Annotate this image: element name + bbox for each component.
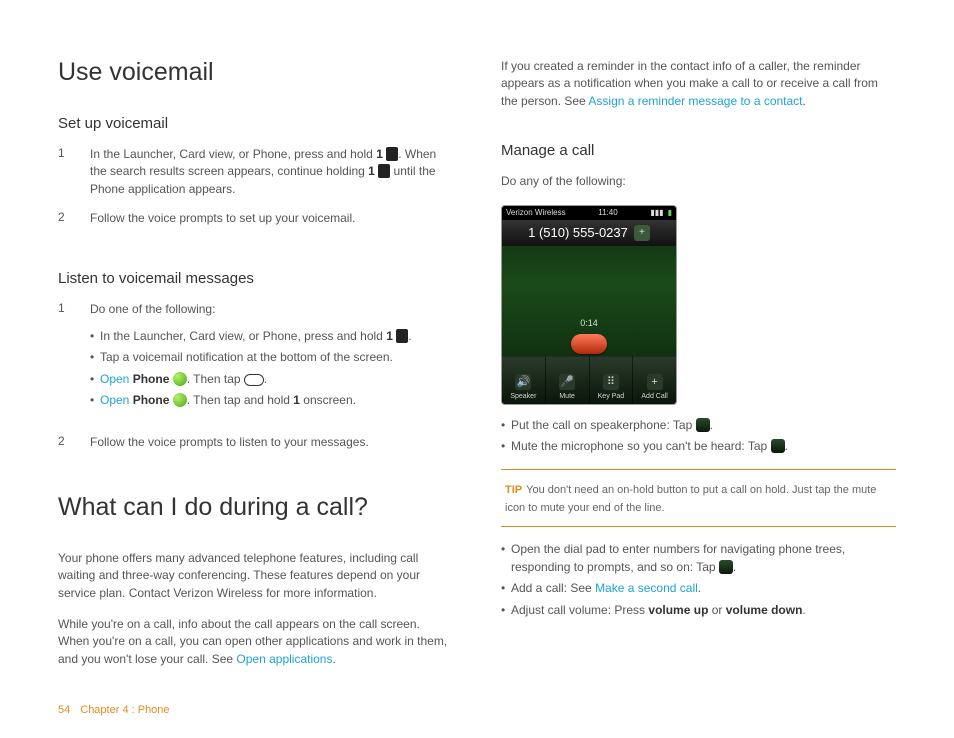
key-1-icon <box>396 329 408 343</box>
phone-app-icon <box>173 372 187 386</box>
step-number: 2 <box>58 434 72 451</box>
battery-icon: ▮ <box>668 208 672 217</box>
add-call-icon: + <box>647 374 663 390</box>
step-body: In the Launcher, Card view, or Phone, pr… <box>90 146 453 198</box>
list-item: Mute the microphone so you can't be hear… <box>501 438 896 455</box>
dialpad-tap-icon <box>719 560 733 574</box>
step-number: 2 <box>58 210 72 227</box>
list-item: Tap a voicemail notification at the bott… <box>90 349 453 366</box>
tip-text: You don't need an on-hold button to put … <box>505 484 876 514</box>
mute-tap-icon <box>771 439 785 453</box>
heading-setup-voicemail: Set up voicemail <box>58 115 453 132</box>
listen-bullets: In the Launcher, Card view, or Phone, pr… <box>90 328 453 410</box>
open-applications-link[interactable]: Open applications <box>236 652 332 666</box>
call-controls-bar: 🔊Speaker 🎤Mute ⠿Key Pad +Add Call <box>502 356 676 404</box>
list-item: Open Phone . Then tap and hold 1 onscree… <box>90 392 453 409</box>
caller-number: 1 (510) 555-0237 <box>528 225 628 240</box>
list-item: Open the dial pad to enter numbers for n… <box>501 541 896 576</box>
page-footer: 54 Chapter 4 : Phone <box>58 704 170 716</box>
setup-step-2: 2 Follow the voice prompts to set up you… <box>58 210 453 227</box>
make-second-call-link[interactable]: Make a second call <box>595 581 698 595</box>
setup-step-1: 1 In the Launcher, Card view, or Phone, … <box>58 146 453 198</box>
manage-bullets-2: Open the dial pad to enter numbers for n… <box>501 541 896 619</box>
phone-app-icon <box>173 393 187 407</box>
paragraph: Your phone offers many advanced telephon… <box>58 550 453 602</box>
add-call-button: +Add Call <box>633 356 676 404</box>
list-item: In the Launcher, Card view, or Phone, pr… <box>90 328 453 345</box>
heading-listen-voicemail: Listen to voicemail messages <box>58 270 453 287</box>
step-body: Follow the voice prompts to set up your … <box>90 210 453 227</box>
step-body: Do one of the following: In the Launcher… <box>90 301 453 422</box>
status-bar: Verizon Wireless 11:40 ▮▮▮ ▮ <box>502 206 676 220</box>
call-screenshot: Verizon Wireless 11:40 ▮▮▮ ▮ 1 (510) 555… <box>501 205 677 405</box>
paragraph: If you created a reminder in the contact… <box>501 58 896 110</box>
heading-during-call: What can I do during a call? <box>58 493 453 522</box>
add-contact-icon: + <box>634 225 650 241</box>
list-item: Open Phone . Then tap . <box>90 371 453 388</box>
end-call-button <box>571 334 607 354</box>
assign-reminder-link[interactable]: Assign a reminder message to a contact <box>588 94 802 108</box>
paragraph: While you're on a call, info about the c… <box>58 616 453 668</box>
clock-label: 11:40 <box>570 208 647 217</box>
caller-number-bar: 1 (510) 555-0237 + <box>502 220 676 246</box>
call-duration: 0:14 <box>502 318 676 328</box>
tip-label: TIP <box>505 484 522 496</box>
list-item: Adjust call volume: Press volume up or v… <box>501 602 896 619</box>
left-column: Use voicemail Set up voicemail 1 In the … <box>58 58 453 682</box>
speaker-tap-icon <box>696 418 710 432</box>
signal-icon: ▮▮▮ <box>650 208 663 217</box>
right-column: If you created a reminder in the contact… <box>501 58 896 682</box>
open-link[interactable]: Open <box>100 372 129 386</box>
mute-icon: 🎤 <box>559 374 575 390</box>
list-item: Put the call on speakerphone: Tap . <box>501 417 896 434</box>
keypad-icon: ⠿ <box>603 374 619 390</box>
key-1-icon <box>386 147 398 161</box>
mute-button: 🎤Mute <box>546 356 590 404</box>
voicemail-icon <box>244 374 264 386</box>
step-number: 1 <box>58 301 72 422</box>
manage-bullets-1: Put the call on speakerphone: Tap . Mute… <box>501 417 896 456</box>
open-link[interactable]: Open <box>100 393 129 407</box>
step-number: 1 <box>58 146 72 198</box>
speaker-button: 🔊Speaker <box>502 356 546 404</box>
speaker-icon: 🔊 <box>515 374 531 390</box>
tip-box: TIPYou don't need an on-hold button to p… <box>501 469 896 527</box>
paragraph: Do any of the following: <box>501 173 896 190</box>
step-body: Follow the voice prompts to listen to yo… <box>90 434 453 451</box>
key-1-icon <box>378 164 390 178</box>
page-number: 54 <box>58 704 70 716</box>
heading-use-voicemail: Use voicemail <box>58 58 453 87</box>
listen-step-2: 2 Follow the voice prompts to listen to … <box>58 434 453 451</box>
listen-step-1: 1 Do one of the following: In the Launch… <box>58 301 453 422</box>
carrier-label: Verizon Wireless <box>506 208 566 217</box>
chapter-label: Chapter 4 : Phone <box>80 704 169 716</box>
list-item: Add a call: See Make a second call. <box>501 580 896 597</box>
keypad-button: ⠿Key Pad <box>590 356 634 404</box>
heading-manage-call: Manage a call <box>501 142 896 159</box>
